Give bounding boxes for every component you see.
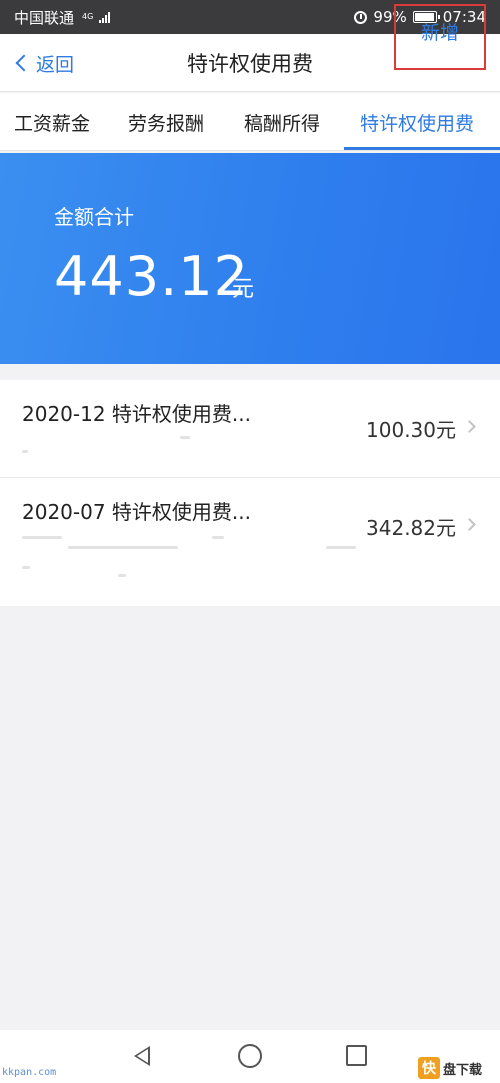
brand-text: 盘下载 [443, 1062, 483, 1078]
total-summary-card: 金额合计 443.12 元 [0, 153, 500, 364]
record-amount: 100.30元 [366, 418, 456, 442]
record-amount: 342.82元 [366, 516, 456, 540]
list-item[interactable]: 2020-12 特许权使用费... 100.30元 [0, 380, 500, 478]
chevron-right-icon [463, 518, 476, 531]
total-unit: 元 [232, 277, 255, 302]
redacted-text [22, 566, 30, 569]
chevron-right-icon [463, 420, 476, 433]
income-type-tabs: 工资薪金 劳务报酬 稿酬所得 特许权使用费 [0, 93, 500, 151]
redacted-text [68, 546, 178, 549]
chevron-left-icon [15, 54, 33, 72]
brand-logo-icon: 快 [418, 1057, 440, 1079]
alarm-icon [354, 10, 368, 24]
carrier-name: 中国联通 [14, 8, 75, 27]
redacted-text [212, 536, 224, 539]
tab-salary[interactable]: 工资薪金 [14, 93, 90, 151]
tab-labor[interactable]: 劳务报酬 [128, 93, 204, 151]
record-list: 2020-12 特许权使用费... 100.30元 2020-07 特许权使用费… [0, 380, 500, 606]
total-amount: 443.12 [54, 245, 249, 308]
app-screen: 中国联通 4G 99% 07:34 返回 特许权使用费 新增 工资薪金 劳务报酬… [0, 0, 500, 1083]
add-label: 新增 [420, 22, 459, 44]
record-title: 2020-07 特许权使用费... [22, 500, 251, 524]
redacted-text [326, 546, 356, 549]
watermark-site: kkpan.com [2, 1067, 57, 1078]
status-left: 中国联通 4G [14, 7, 111, 28]
signal-icon [99, 11, 111, 23]
nav-home-icon[interactable] [238, 1044, 262, 1068]
back-button[interactable]: 返回 [15, 48, 75, 78]
redacted-text [22, 536, 62, 539]
back-label: 返回 [36, 53, 75, 76]
record-title: 2020-12 特许权使用费... [22, 402, 251, 426]
active-tab-indicator [344, 147, 500, 150]
nav-recent-apps-icon[interactable] [346, 1045, 367, 1066]
add-button[interactable]: 新增 [394, 4, 486, 70]
tab-royalty-writing[interactable]: 稿酬所得 [244, 93, 320, 151]
redacted-text [118, 574, 126, 577]
redacted-text [180, 436, 190, 439]
total-label: 金额合计 [54, 205, 134, 229]
list-item[interactable]: 2020-07 特许权使用费... 342.82元 [0, 478, 500, 606]
nav-back-icon[interactable] [134, 1046, 150, 1066]
network-type: 4G [82, 12, 94, 21]
redacted-text [22, 450, 28, 453]
tab-franchise-fee[interactable]: 特许权使用费 [360, 93, 474, 151]
watermark-brand: 快 盘下载 [418, 1054, 498, 1082]
